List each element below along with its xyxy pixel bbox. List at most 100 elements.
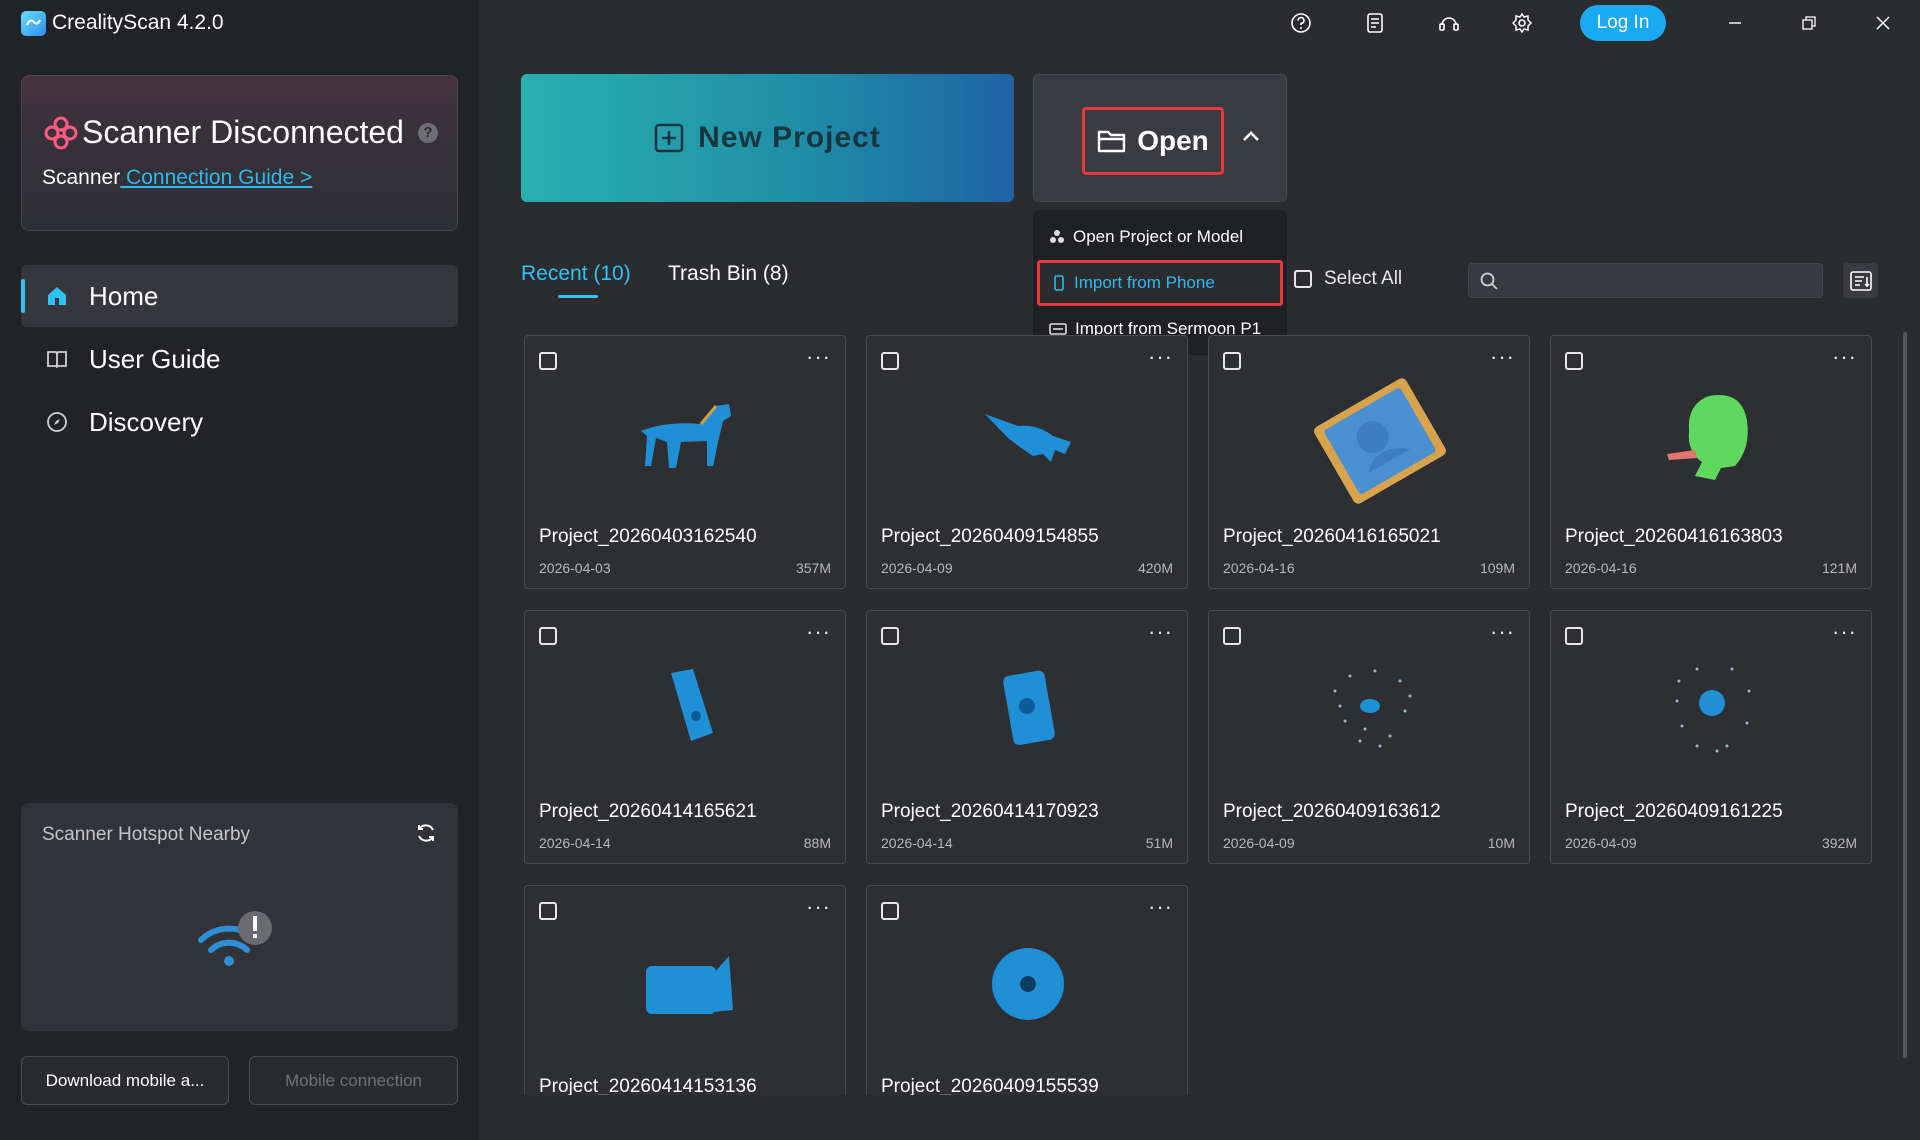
more-options-icon[interactable]: ··· [1490, 619, 1515, 645]
project-name: Project_20260414165621 [539, 801, 757, 822]
phone-icon [1054, 275, 1064, 291]
card-checkbox[interactable] [881, 902, 899, 920]
project-name: Project_20260409163612 [1223, 801, 1441, 822]
menu-item-label: Open Project or Model [1073, 227, 1244, 246]
card-checkbox[interactable] [539, 627, 557, 645]
project-card[interactable]: ··· Project_20260409163612 2026-04-09 10M [1208, 610, 1530, 864]
sidebar-item-discovery[interactable]: Discovery [21, 391, 458, 453]
project-card[interactable]: ··· Project_20260409154855 2026-04-09 420M [866, 335, 1188, 589]
scanner-status-card: Scanner Disconnected ? Scanner Connectio… [21, 75, 458, 231]
more-options-icon[interactable]: ··· [806, 344, 831, 370]
book-icon [45, 347, 69, 371]
project-card[interactable]: ··· Project_20260414153136 [524, 885, 846, 1095]
card-checkbox[interactable] [539, 902, 557, 920]
sort-button[interactable] [1843, 263, 1878, 298]
tab-recent[interactable]: Recent (10) [521, 262, 631, 286]
project-name: Project_20260403162540 [539, 526, 757, 547]
more-options-icon[interactable]: ··· [1832, 619, 1857, 645]
more-options-icon[interactable]: ··· [1148, 894, 1173, 920]
model-thumbnail [621, 376, 751, 496]
card-checkbox[interactable] [1565, 627, 1583, 645]
sidebar-nav: Home User Guide Discovery [21, 265, 458, 454]
scanner-status-title: Scanner Disconnected ? [44, 114, 438, 151]
connection-guide-link[interactable]: Connection Guide > [120, 166, 312, 189]
project-card[interactable]: ··· Project_20260403162540 2026-04-03 357M [524, 335, 846, 589]
minimize-icon[interactable] [1724, 12, 1746, 34]
checkbox[interactable] [1294, 270, 1312, 288]
project-date: 2026-04-16 [1565, 560, 1637, 576]
project-size: 420M [1137, 560, 1173, 576]
new-project-button[interactable]: New Project [521, 74, 1014, 202]
card-checkbox[interactable] [881, 627, 899, 645]
project-name: Project_20260416163803 [1565, 526, 1783, 547]
model-thumbnail [963, 651, 1093, 771]
search-field[interactable] [1468, 263, 1823, 298]
notes-icon[interactable] [1364, 12, 1386, 34]
project-name: Project_20260414153136 [539, 1076, 757, 1095]
tab-trash-bin[interactable]: Trash Bin (8) [668, 262, 789, 286]
sidebar-item-label: User Guide [89, 343, 221, 374]
select-all-label: Select All [1324, 268, 1403, 289]
login-button[interactable]: Log In [1580, 5, 1666, 41]
more-options-icon[interactable]: ··· [1832, 344, 1857, 370]
project-card[interactable]: ··· Project_20260416163803 2026-04-16 121M [1550, 335, 1872, 589]
project-size: 10M [1487, 835, 1515, 851]
project-name: Project_20260409155539 [881, 1076, 1099, 1095]
model-thumbnail [1647, 376, 1777, 496]
more-options-icon[interactable]: ··· [806, 894, 831, 920]
hotspot-card: Scanner Hotspot Nearby [21, 803, 458, 1031]
project-date: 2026-04-16 [1223, 560, 1295, 576]
menu-item-import-from-phone[interactable]: Import from Phone [1037, 260, 1283, 306]
help-icon[interactable]: ? [417, 122, 438, 143]
project-date: 2026-04-14 [539, 835, 611, 851]
mobile-connection-button[interactable]: Mobile connection [249, 1056, 458, 1105]
card-checkbox[interactable] [539, 352, 557, 370]
settings-gear-icon[interactable] [1511, 12, 1533, 34]
menu-item-open-project-or-model[interactable]: Open Project or Model [1033, 214, 1287, 260]
card-checkbox[interactable] [1223, 627, 1241, 645]
model-thumbnail [621, 926, 751, 1046]
model-thumbnail [621, 651, 751, 771]
scanner-status-label: Scanner Disconnected [82, 114, 404, 150]
project-size: 121M [1821, 560, 1857, 576]
card-checkbox[interactable] [1565, 352, 1583, 370]
sidebar-item-home[interactable]: Home [21, 265, 458, 327]
sidebar-item-label: Home [89, 280, 159, 311]
search-icon [1479, 271, 1499, 296]
compass-icon [45, 410, 69, 434]
project-date: 2026-04-09 [1565, 835, 1637, 851]
more-options-icon[interactable]: ··· [1490, 344, 1515, 370]
sidebar-item-user-guide[interactable]: User Guide [21, 328, 458, 390]
card-checkbox[interactable] [1223, 352, 1241, 370]
project-card[interactable]: ··· Project_20260414170923 2026-04-14 51M [866, 610, 1188, 864]
restore-icon[interactable] [1798, 12, 1820, 34]
sidebar: CrealityScan 4.2.0 Scanner Disconnected … [0, 0, 479, 1140]
model-icon [1050, 230, 1064, 243]
project-card[interactable]: ··· Project_20260409155539 [866, 885, 1188, 1095]
scrollbar[interactable] [1903, 332, 1907, 1058]
support-headset-icon[interactable] [1438, 12, 1460, 34]
more-options-icon[interactable]: ··· [806, 619, 831, 645]
help-circle-icon[interactable] [1290, 12, 1312, 34]
project-card[interactable]: ··· Project_20260409161225 2026-04-09 392M [1550, 610, 1872, 864]
refresh-icon[interactable] [414, 821, 438, 850]
sort-icon [1849, 270, 1872, 291]
more-options-icon[interactable]: ··· [1148, 344, 1173, 370]
sidebar-item-label: Discovery [89, 406, 204, 437]
select-all-checkbox[interactable]: Select All [1294, 268, 1402, 290]
project-size: 109M [1479, 560, 1515, 576]
download-mobile-app-button[interactable]: Download mobile a... [21, 1056, 229, 1105]
project-size: 88M [803, 835, 831, 851]
more-options-icon[interactable]: ··· [1148, 619, 1173, 645]
project-card[interactable]: ··· Project_20260414165621 2026-04-14 88M [524, 610, 846, 864]
card-checkbox[interactable] [881, 352, 899, 370]
open-button[interactable]: Open [1082, 107, 1224, 175]
close-icon[interactable] [1872, 12, 1894, 34]
connection-guide-line: Scanner Connection Guide > [42, 166, 312, 190]
home-icon [45, 284, 69, 308]
project-card[interactable]: ··· Project_20260416165021 2026-04-16 109M [1208, 335, 1530, 589]
project-date: 2026-04-09 [1223, 835, 1295, 851]
project-date: 2026-04-03 [539, 560, 611, 576]
scanner-prefix: Scanner [42, 166, 121, 189]
chevron-up-icon[interactable] [1242, 129, 1260, 147]
